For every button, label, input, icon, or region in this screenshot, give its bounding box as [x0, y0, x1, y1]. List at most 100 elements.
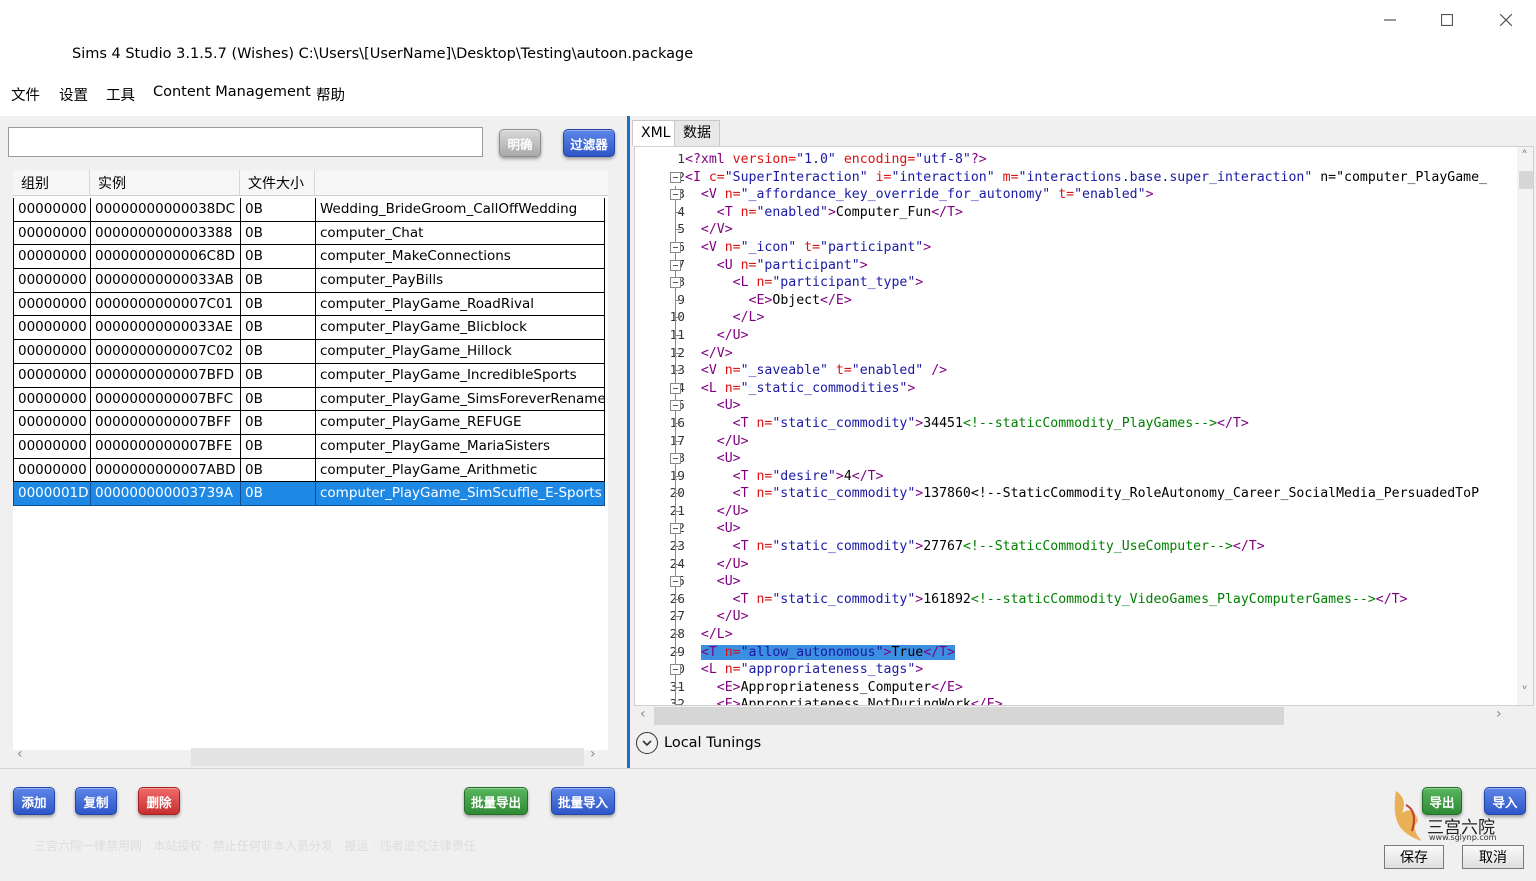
menu-settings[interactable]: 设置: [59, 84, 88, 105]
fold-marker[interactable]: [669, 379, 683, 398]
cell-instance: 0000000000007C01: [90, 292, 240, 317]
local-tunings-expander[interactable]: Local Tunings: [636, 730, 761, 756]
export-button[interactable]: 导出: [1422, 787, 1462, 815]
column-group[interactable]: 组别: [13, 170, 90, 196]
delete-button[interactable]: 删除: [138, 787, 180, 815]
code-line: </U>: [716, 327, 749, 343]
fold-marker: [669, 696, 683, 705]
vertical-scrollbar[interactable]: ˄ ˅: [1517, 147, 1533, 705]
code-area[interactable]: <?xml version="1.0" encoding="utf-8"?> <I…: [685, 151, 1510, 705]
chevron-down-icon: [636, 732, 658, 754]
code-line: <U>: [716, 398, 741, 414]
cell-group: 00000000: [13, 340, 90, 364]
scroll-right-arrow-icon[interactable]: ›: [590, 746, 596, 762]
table-row[interactable]: 00000000 0000000000007C02 0B computer_PlayG…: [13, 340, 605, 364]
tab-data[interactable]: 数据: [674, 120, 720, 146]
cell-group: 00000000: [13, 411, 90, 435]
footer-note: 三宫六院一律禁用网 · 本站授权 · 禁止任何非本人员分发 · 搬运 · 违者追…: [34, 839, 476, 853]
menu-content-management[interactable]: Content Management: [153, 84, 311, 100]
column-filesize[interactable]: 文件大小: [240, 170, 315, 196]
table-row[interactable]: 00000000 00000000000038DC 0B Wedding_BrideG…: [13, 198, 605, 222]
menu-help[interactable]: 帮助: [316, 84, 345, 105]
scroll-right-arrow-icon[interactable]: ›: [1496, 706, 1502, 722]
scrollbar-thumb[interactable]: [1519, 171, 1533, 189]
fold-marker[interactable]: [669, 520, 683, 539]
close-button[interactable]: [1483, 6, 1529, 34]
tab-xml[interactable]: XML: [632, 120, 680, 146]
save-button[interactable]: 保存: [1384, 845, 1444, 869]
cell-group: 00000000: [13, 221, 90, 246]
table-row[interactable]: 00000000 0000000000006C8D 0B computer_MakeC…: [13, 245, 605, 270]
table-row[interactable]: 00000000 0000000000007ABD 0B computer_PlayG…: [13, 458, 605, 483]
watermark-url: www.sglynp.com: [1429, 833, 1497, 842]
column-name[interactable]: [315, 170, 608, 196]
horizontal-scrollbar[interactable]: ‹ ›: [13, 746, 608, 766]
menu-bar: 文件 设置 工具 Content Management 帮助: [0, 78, 1536, 116]
cell-name: computer_PlayGame_RoadRival: [315, 292, 605, 317]
batch-export-button[interactable]: 批量导出: [464, 787, 528, 815]
filter-button[interactable]: 过滤器: [563, 129, 615, 157]
table-row[interactable]: 00000000 0000000000007BFF 0B computer_PlayG…: [13, 411, 605, 435]
copy-button[interactable]: 复制: [75, 787, 117, 815]
cell-instance: 0000000000007BFF: [90, 411, 240, 435]
scroll-up-arrow-icon[interactable]: ˄: [1521, 149, 1528, 165]
cell-group: 00000000: [13, 269, 90, 293]
scrollbar-thumb[interactable]: [191, 748, 584, 766]
fold-marker[interactable]: [669, 256, 683, 275]
code-line: <U n="participant">: [716, 257, 868, 273]
cell-group: 00000000: [13, 434, 90, 459]
fold-marker[interactable]: [669, 186, 683, 204]
import-button[interactable]: 导入: [1484, 787, 1526, 815]
scroll-left-arrow-icon[interactable]: ‹: [640, 706, 646, 722]
menu-file[interactable]: 文件: [11, 84, 40, 105]
table-row[interactable]: 00000000 0000000000007BFC 0B computer_PlayG…: [13, 387, 605, 412]
code-line: <T n="desire">4</T>: [732, 468, 884, 484]
fold-marker[interactable]: [669, 450, 683, 468]
table-row[interactable]: 00000000 00000000000033AB 0B computer_PayBi…: [13, 269, 605, 293]
maximize-icon: [1441, 14, 1453, 26]
column-instance[interactable]: 实例: [90, 170, 240, 196]
fold-marker[interactable]: [669, 274, 683, 292]
table-row[interactable]: 00000000 0000000000007BFE 0B computer_PlayG…: [13, 434, 605, 459]
code-line: </V>: [700, 222, 733, 238]
table-row[interactable]: 00000000 0000000000007BFD 0B computer_PlayG…: [13, 363, 605, 388]
table-row[interactable]: 00000000 0000000000003388 0B computer_Chat: [13, 221, 605, 246]
cell-name: computer_PlayGame_SimScuffle_E-Sports: [315, 482, 605, 506]
fold-marker: [669, 203, 683, 222]
code-line: </U>: [716, 609, 749, 625]
fold-marker[interactable]: [669, 573, 683, 591]
cell-filesize: 0B: [240, 458, 315, 483]
maximize-button[interactable]: [1424, 6, 1470, 34]
batch-import-button[interactable]: 批量导入: [551, 787, 615, 815]
table-row[interactable]: 00000000 00000000000033AE 0B computer_PlayG…: [13, 316, 605, 341]
code-line: <V n="_icon" t="participant">: [700, 239, 932, 255]
fold-marker[interactable]: [669, 661, 683, 679]
cell-group: 00000000: [13, 458, 90, 483]
fold-marker: [669, 678, 683, 697]
table-row[interactable]: 00000000 0000000000007C01 0B computer_PlayG…: [13, 292, 605, 317]
code-line: </U>: [716, 503, 749, 519]
menu-tools[interactable]: 工具: [106, 84, 135, 105]
cell-name: computer_PlayGame_MariaSisters: [315, 434, 605, 459]
fold-marker: [669, 626, 683, 644]
scrollbar-thumb[interactable]: [654, 707, 1284, 725]
search-input[interactable]: [8, 127, 483, 157]
scroll-down-arrow-icon[interactable]: ˅: [1521, 685, 1528, 701]
fold-marker[interactable]: [669, 238, 683, 257]
clear-button[interactable]: 明确: [499, 129, 541, 157]
xml-editor[interactable]: 1234567891011121314151617181920212223242…: [634, 146, 1534, 706]
fold-marker[interactable]: [669, 169, 683, 187]
cancel-button[interactable]: 取消: [1462, 845, 1524, 869]
horizontal-scrollbar[interactable]: ‹ ›: [634, 706, 1514, 726]
add-button[interactable]: 添加: [13, 787, 55, 815]
code-line: </U>: [716, 556, 749, 572]
cell-name: computer_PlayGame_Blicblock: [315, 316, 605, 341]
table-row[interactable]: 0000001D 000000000003739A 0B computer_PlayG…: [13, 482, 605, 506]
minimize-button[interactable]: [1367, 6, 1413, 34]
scroll-left-arrow-icon[interactable]: ‹: [17, 746, 23, 762]
cell-filesize: 0B: [240, 340, 315, 364]
fold-marker[interactable]: [669, 397, 683, 415]
cell-instance: 00000000000033AE: [90, 316, 240, 341]
fold-marker: [669, 590, 683, 609]
code-line: <I c="SuperInteraction" i="interaction" …: [685, 169, 1487, 185]
